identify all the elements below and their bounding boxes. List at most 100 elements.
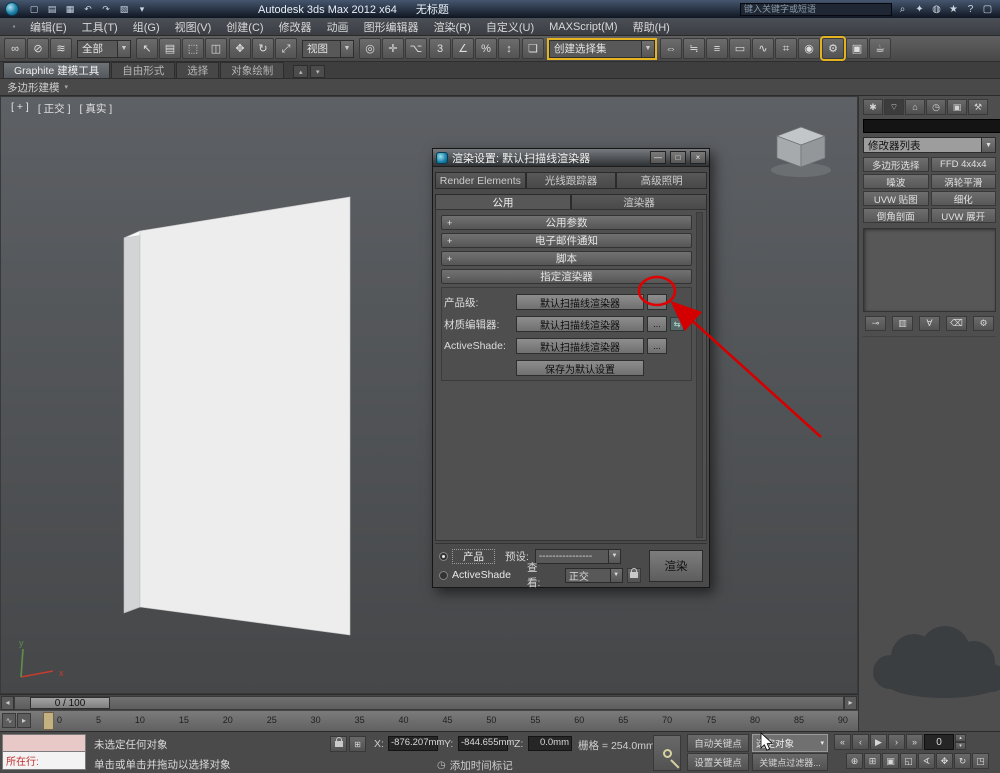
transform-type-in-toggle[interactable]: ⊞: [349, 736, 366, 752]
minimize-button[interactable]: —: [650, 151, 666, 164]
production-renderer-field[interactable]: 默认扫描线渲染器: [516, 294, 644, 310]
go-to-start-button[interactable]: «: [834, 734, 851, 750]
favorites-icon[interactable]: ★: [946, 2, 961, 16]
viewport-view-label[interactable]: [ 正交 ]: [38, 101, 71, 116]
orbit-button[interactable]: ↻: [954, 753, 971, 769]
set-key-mode-button[interactable]: 设置关键点: [687, 753, 749, 771]
menu-item[interactable]: 渲染(R): [427, 19, 478, 35]
maxscript-mini-listener[interactable]: 所在行:: [2, 734, 86, 770]
listener-macro-recorder-pane[interactable]: [2, 734, 86, 752]
angle-snap-icon[interactable]: ∠: [452, 38, 474, 59]
play-animation-button[interactable]: ▶: [870, 734, 887, 750]
time-slider-track[interactable]: 0 / 100: [14, 695, 844, 710]
ribbon-flyout-icon[interactable]: ▾: [310, 65, 326, 78]
selected-objects-filter-dropdown[interactable]: 选定对象 ▾: [752, 734, 828, 752]
window-crossing-icon[interactable]: ◫: [205, 38, 227, 59]
layer-manager-icon[interactable]: ≡: [706, 38, 728, 59]
y-coordinate-field[interactable]: -844.655mm: [458, 736, 514, 751]
remove-modifier-icon[interactable]: ⌫: [946, 316, 967, 331]
x-coordinate-field[interactable]: -876.207mm: [388, 736, 444, 751]
menu-item[interactable]: 自定义(U): [479, 19, 541, 35]
panel-polygon-modeling[interactable]: 多边形建模: [7, 80, 60, 95]
curve-editor-icon[interactable]: ∿: [752, 38, 774, 59]
select-and-link-icon[interactable]: ∞: [4, 38, 26, 59]
mirror-icon[interactable]: ⇔: [660, 38, 682, 59]
material-editor-renderer-field[interactable]: 默认扫描线渲染器: [516, 316, 644, 332]
menu-item[interactable]: 编辑(E): [23, 19, 74, 35]
named-selection-sets-dropdown[interactable]: 创建选择集 ▼: [547, 37, 657, 60]
tab-freeform[interactable]: 自由形式: [111, 62, 176, 78]
use-pivot-point-center-icon[interactable]: ◎: [359, 38, 381, 59]
tab-graphite-modeling[interactable]: Graphite 建模工具: [3, 62, 111, 78]
current-frame-marker[interactable]: [43, 712, 54, 730]
activeshade-radio-label[interactable]: ActiveShade: [452, 569, 511, 581]
select-by-name-icon[interactable]: ▤: [159, 38, 181, 59]
project-folder-icon[interactable]: ▧: [116, 2, 132, 16]
tab-render-elements[interactable]: Render Elements: [435, 172, 526, 189]
time-slider-thumb[interactable]: 0 / 100: [30, 696, 110, 709]
time-slider-right-arrow[interactable]: ▸: [844, 695, 857, 710]
menu-item[interactable]: 组(G): [126, 19, 167, 35]
menu-item[interactable]: 图形编辑器: [357, 19, 426, 35]
subscription-center-icon[interactable]: ✦: [912, 2, 927, 16]
modifier-stack-view[interactable]: [863, 228, 996, 312]
rollout-header[interactable]: + 脚本: [441, 251, 692, 266]
redo-icon[interactable]: ↷: [98, 2, 114, 16]
select-and-manipulate-icon[interactable]: ✛: [382, 38, 404, 59]
spinner-down-icon[interactable]: ▾: [955, 742, 966, 750]
material-editor-browse-button[interactable]: ...: [647, 316, 667, 332]
spinner-up-icon[interactable]: ▴: [955, 734, 966, 742]
modifier-button[interactable]: 细化: [930, 191, 996, 206]
viewport-orthographic[interactable]: [ + ] [ 正交 ] [ 真实 ] x y: [0, 96, 858, 694]
maximize-viewport-toggle-button[interactable]: ◳: [972, 753, 989, 769]
dialog-scrollbar[interactable]: [696, 212, 703, 538]
key-filters-button[interactable]: 关键点过滤器...: [752, 753, 828, 771]
configure-modifier-sets-icon[interactable]: ⚙: [973, 316, 994, 331]
activeshade-renderer-field[interactable]: 默认扫描线渲染器: [516, 338, 644, 354]
select-object-icon[interactable]: ↖: [136, 38, 158, 59]
rendered-frame-window-icon[interactable]: ▣: [846, 38, 868, 59]
infocenter-search-input[interactable]: [740, 2, 892, 16]
bind-to-space-warp-icon[interactable]: ≋: [50, 38, 72, 59]
lock-to-renderer-icon[interactable]: ⇆: [670, 317, 684, 331]
render-setup-button[interactable]: ⚙: [820, 36, 846, 61]
menu-item[interactable]: 工具(T): [75, 19, 125, 35]
modify-tab[interactable]: ⌔: [884, 99, 904, 115]
go-to-end-button[interactable]: »: [906, 734, 923, 750]
spinner-snap-icon[interactable]: ↕: [498, 38, 520, 59]
hierarchy-tab[interactable]: ⌂: [905, 99, 925, 115]
menu-item[interactable]: 修改器: [272, 19, 319, 35]
motion-tab[interactable]: ◷: [926, 99, 946, 115]
keyboard-shortcut-override-icon[interactable]: ⌥: [405, 38, 427, 59]
close-button[interactable]: ×: [690, 151, 706, 164]
create-tab[interactable]: ✱: [863, 99, 883, 115]
rollout-header[interactable]: + 公用参数: [441, 215, 692, 230]
production-browse-button[interactable]: ...: [647, 294, 667, 310]
modifier-button[interactable]: FFD 4x4x4: [930, 157, 996, 172]
set-keys-button[interactable]: [653, 735, 681, 771]
make-unique-icon[interactable]: ∀: [919, 316, 940, 331]
listener-script-pane[interactable]: 所在行:: [2, 752, 86, 770]
modifier-button[interactable]: 倒角剖面: [863, 208, 929, 223]
viewport-menu-label[interactable]: [ + ]: [11, 101, 29, 116]
next-frame-button[interactable]: ›: [888, 734, 905, 750]
new-scene-icon[interactable]: ▢: [26, 2, 42, 16]
zoom-extents-button[interactable]: ▣: [882, 753, 899, 769]
tab-selection[interactable]: 选择: [176, 62, 220, 78]
align-icon[interactable]: ≒: [683, 38, 705, 59]
modifier-button[interactable]: UVW 贴图: [863, 191, 929, 206]
workspace-dropdown-icon[interactable]: ▾: [134, 2, 150, 16]
selection-filter-dropdown[interactable]: 全部 ▼: [77, 39, 131, 58]
save-file-icon[interactable]: ▦: [62, 2, 78, 16]
modifier-button[interactable]: UVW 展开: [930, 208, 996, 223]
open-file-icon[interactable]: ▤: [44, 2, 60, 16]
menu-item[interactable]: MAXScript(M): [542, 19, 624, 35]
zoom-extents-all-button[interactable]: ◱: [900, 753, 917, 769]
rectangular-selection-region-icon[interactable]: ⬚: [182, 38, 204, 59]
select-and-rotate-icon[interactable]: ↻: [252, 38, 274, 59]
view-lock-toggle[interactable]: [626, 567, 641, 583]
pan-view-button[interactable]: ✥: [936, 753, 953, 769]
render-setup-dialog[interactable]: 渲染设置: 默认扫描线渲染器 — □ × Render Elements 光线跟…: [432, 148, 710, 589]
track-bar-ruler[interactable]: 0 5 10 15 20 25 30 35 40 45 50 55 60 65 70 75 80 85 90: [33, 711, 858, 731]
select-and-scale-icon[interactable]: ⤢: [275, 38, 297, 59]
